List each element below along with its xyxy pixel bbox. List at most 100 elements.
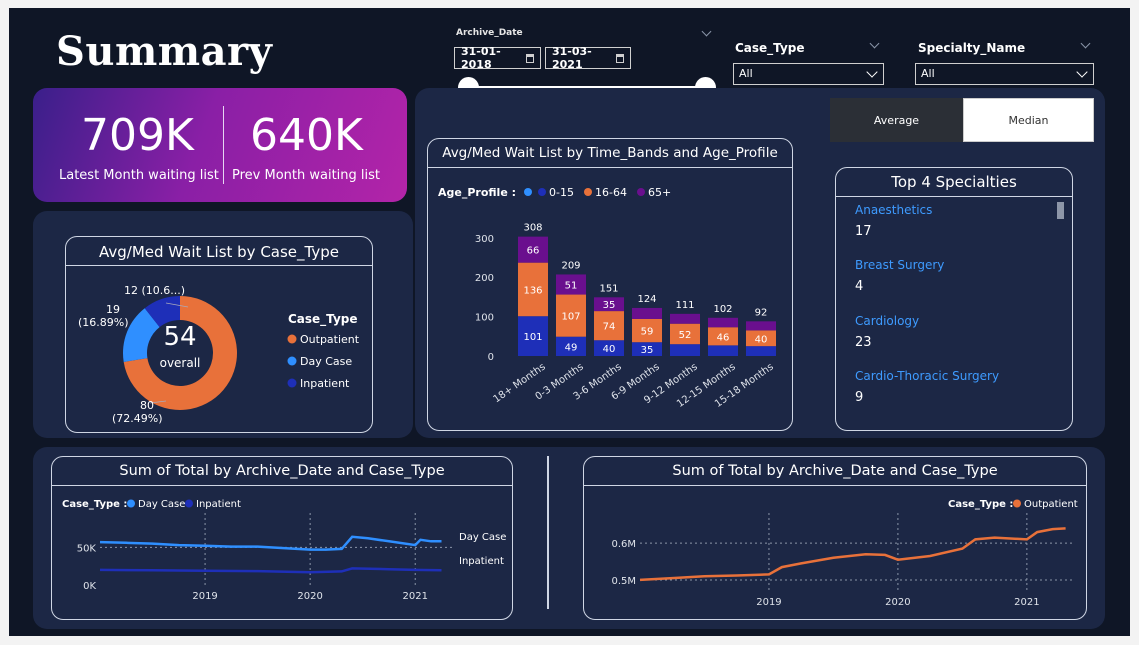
bar-segment: [708, 345, 738, 356]
y-tick-label: 0.6M: [611, 539, 636, 550]
donut-card: Avg/Med Wait List by Case_Type 12 (10.6.…: [65, 236, 373, 433]
kpi-latest-label: Latest Month waiting list: [59, 168, 219, 183]
specialty-name: Breast Surgery: [855, 258, 945, 272]
archive-date-chevron-icon[interactable]: [701, 26, 712, 37]
donut-label-outpatient-b: (72.49%): [112, 412, 163, 425]
bar-data-label: 40: [603, 344, 616, 355]
donut-legend-title: Case_Type: [288, 312, 358, 327]
bar-total-label: 111: [675, 300, 694, 311]
specialty-name: Anaesthetics: [855, 203, 933, 217]
list-item[interactable]: Anaesthetics 17: [855, 203, 932, 239]
specialties-title: Top 4 Specialties: [891, 173, 1017, 191]
bar-data-label: 46: [717, 332, 730, 343]
age-legend-title: Age_Profile :: [438, 186, 516, 199]
line-end-label-inpatient: Inpatient: [459, 556, 504, 567]
bar-total-label: 209: [561, 260, 580, 271]
end-date-input[interactable]: 31-03-2021: [545, 45, 631, 71]
list-item[interactable]: Cardiology 23: [855, 314, 919, 350]
x-tick-label: 2020: [297, 591, 322, 602]
bar-data-label: 107: [561, 312, 580, 323]
y-tick-label: 300: [475, 234, 494, 245]
specialty-value: All: [921, 67, 935, 80]
legend-dot-inpatient: [287, 378, 297, 388]
donut-label-inpatient: 12 (10.6...): [124, 284, 185, 297]
line-series-inpatient: [99, 567, 442, 574]
bottom-divider: [547, 456, 549, 609]
specialty-value: 17: [855, 224, 872, 239]
y-tick-label: 0K: [83, 581, 96, 592]
kpi-divider: [223, 106, 224, 184]
line-end-label-daycase: Day Case: [459, 532, 506, 543]
start-date-input[interactable]: 31-01-2018: [454, 45, 541, 71]
line-right-legend-title: Case_Type :: [948, 499, 1013, 510]
age-legend-label: 16-64: [595, 186, 627, 199]
bar-data-label: 101: [523, 332, 542, 343]
donut-label-daycase-b: (16.89%): [78, 316, 129, 329]
end-date-value: 31-03-2021: [552, 45, 592, 71]
line-chart-left-card: Sum of Total by Archive_Date and Case_Ty…: [51, 456, 513, 620]
bar-data-label: 40: [755, 334, 768, 345]
chevron-down-icon: [1076, 66, 1088, 78]
donut-title: Avg/Med Wait List by Case_Type: [99, 243, 339, 261]
kpi-prev-value: 640K: [250, 110, 363, 161]
bar-total-label: 92: [755, 307, 768, 318]
list-item[interactable]: Cardio-Thoracic Surgery 9: [855, 369, 999, 405]
bar-segment: [746, 321, 776, 331]
start-date-value: 31-01-2018: [461, 45, 501, 71]
dashboard-canvas: Summary Archive_Date 31-01-2018 31-03-20…: [9, 8, 1130, 636]
bar-segment: [670, 313, 700, 324]
card-divider: [52, 485, 512, 486]
legend-dot-daycase: [127, 499, 135, 508]
legend-dot-outpatient: [287, 334, 297, 344]
scrollbar-thumb[interactable]: [1057, 202, 1064, 219]
legend-dot-outpatient: [1013, 499, 1021, 508]
specialty-value: 4: [855, 279, 864, 294]
age-legend-dot: [538, 188, 546, 196]
legend-outpatient: Outpatient: [300, 333, 360, 346]
bar-data-label: 35: [641, 345, 654, 356]
case-type-select[interactable]: All: [733, 63, 884, 85]
specialty-chevron-icon[interactable]: [1080, 38, 1091, 49]
line-chart-left: Case_Type : Day Case Inpatient 2019 2020 2…: [62, 499, 506, 602]
line-left-legend-daycase: Day Case: [138, 499, 185, 510]
y-tick-label: 200: [475, 273, 494, 284]
x-tick-label: 2021: [402, 591, 427, 602]
specialty-select[interactable]: All: [915, 63, 1094, 85]
stacked-bar-chart: Age_Profile : 0-15 16-64 65+ 0 100 200 300 101…: [438, 186, 776, 410]
x-tick-label: 2019: [192, 591, 217, 602]
calendar-icon[interactable]: [526, 53, 534, 63]
y-tick-label: 0: [488, 352, 494, 363]
bar-data-label: 136: [523, 285, 542, 296]
kpi-prev-label: Prev Month waiting list: [232, 168, 381, 183]
x-tick-label: 2021: [1014, 597, 1039, 608]
age-legend-dot: [524, 188, 532, 196]
bar-data-label: 66: [527, 246, 540, 257]
legend-inpatient: Inpatient: [300, 377, 350, 390]
specialty-name: Cardiology: [855, 314, 920, 328]
y-tick-label: 50K: [77, 543, 97, 554]
line-left-legend-inpatient: Inpatient: [196, 499, 241, 510]
age-legend-label: 65+: [648, 186, 671, 199]
legend-dot-daycase: [287, 356, 297, 366]
specialty-label: Specialty_Name: [918, 41, 1026, 55]
x-tick-label: 2019: [756, 597, 781, 608]
card-divider: [66, 265, 372, 266]
age-legend-dot: [584, 188, 592, 196]
donut-chart: 12 (10.6...) 19 (16.89%) 80 (72.49%) 54 …: [78, 284, 360, 425]
median-button[interactable]: Median: [963, 98, 1094, 142]
bar-segment: [746, 346, 776, 356]
kpi-card: 709K Latest Month waiting list 640K Prev…: [33, 88, 407, 202]
archive-date-label: Archive_Date: [456, 28, 523, 38]
list-item[interactable]: Breast Surgery 4: [855, 258, 944, 294]
bar-data-label: 59: [641, 327, 654, 338]
line-right-legend-outpatient: Outpatient: [1024, 499, 1078, 510]
x-tick-label: 2020: [885, 597, 910, 608]
calendar-icon[interactable]: [616, 53, 624, 63]
line-right-title: Sum of Total by Archive_Date and Case_Ty…: [672, 463, 998, 479]
chevron-down-icon: [866, 66, 878, 78]
bar-total-label: 151: [599, 283, 618, 294]
y-tick-label: 100: [475, 313, 494, 324]
line-chart-right-card: Sum of Total by Archive_Date and Case_Ty…: [583, 456, 1087, 620]
case-type-chevron-icon[interactable]: [869, 38, 880, 49]
average-button[interactable]: Average: [830, 98, 963, 142]
